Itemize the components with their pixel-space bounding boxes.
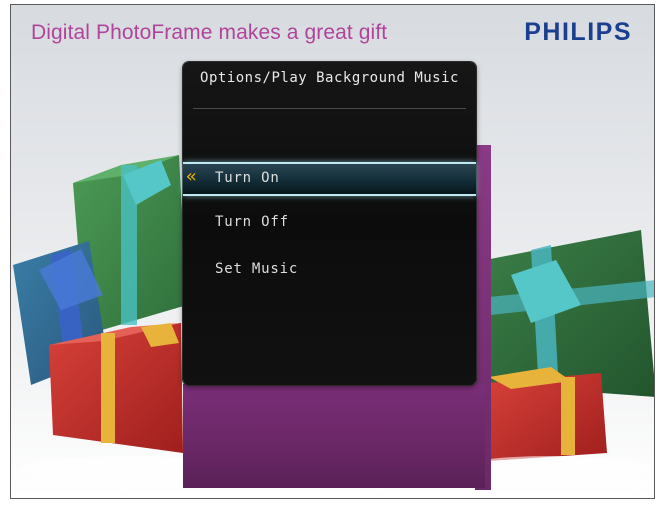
menu-item-label: Turn On <box>215 170 280 186</box>
tagline-text: Digital PhotoFrame makes a great gift <box>31 21 388 44</box>
menu-title: Options/Play Background Music <box>200 70 459 86</box>
brand-logo: PHILIPS <box>524 18 632 46</box>
menu-item-turn-off[interactable]: Turn Off <box>183 208 476 238</box>
menu-divider <box>193 108 466 109</box>
options-menu: Options/Play Background Music « Turn On … <box>183 62 476 385</box>
menu-item-set-music[interactable]: Set Music <box>183 255 476 285</box>
menu-item-turn-on[interactable]: « Turn On <box>183 162 476 196</box>
gift-box-green-right <box>485 230 654 397</box>
gift-box-red-right <box>487 373 607 461</box>
frame-stand <box>183 384 485 488</box>
photo-frame-screen: Digital PhotoFrame makes a great gift PH… <box>10 4 655 499</box>
double-chevron-left-icon: « <box>186 166 198 187</box>
menu-item-label: Set Music <box>215 261 299 277</box>
menu-item-label: Turn Off <box>215 214 289 230</box>
